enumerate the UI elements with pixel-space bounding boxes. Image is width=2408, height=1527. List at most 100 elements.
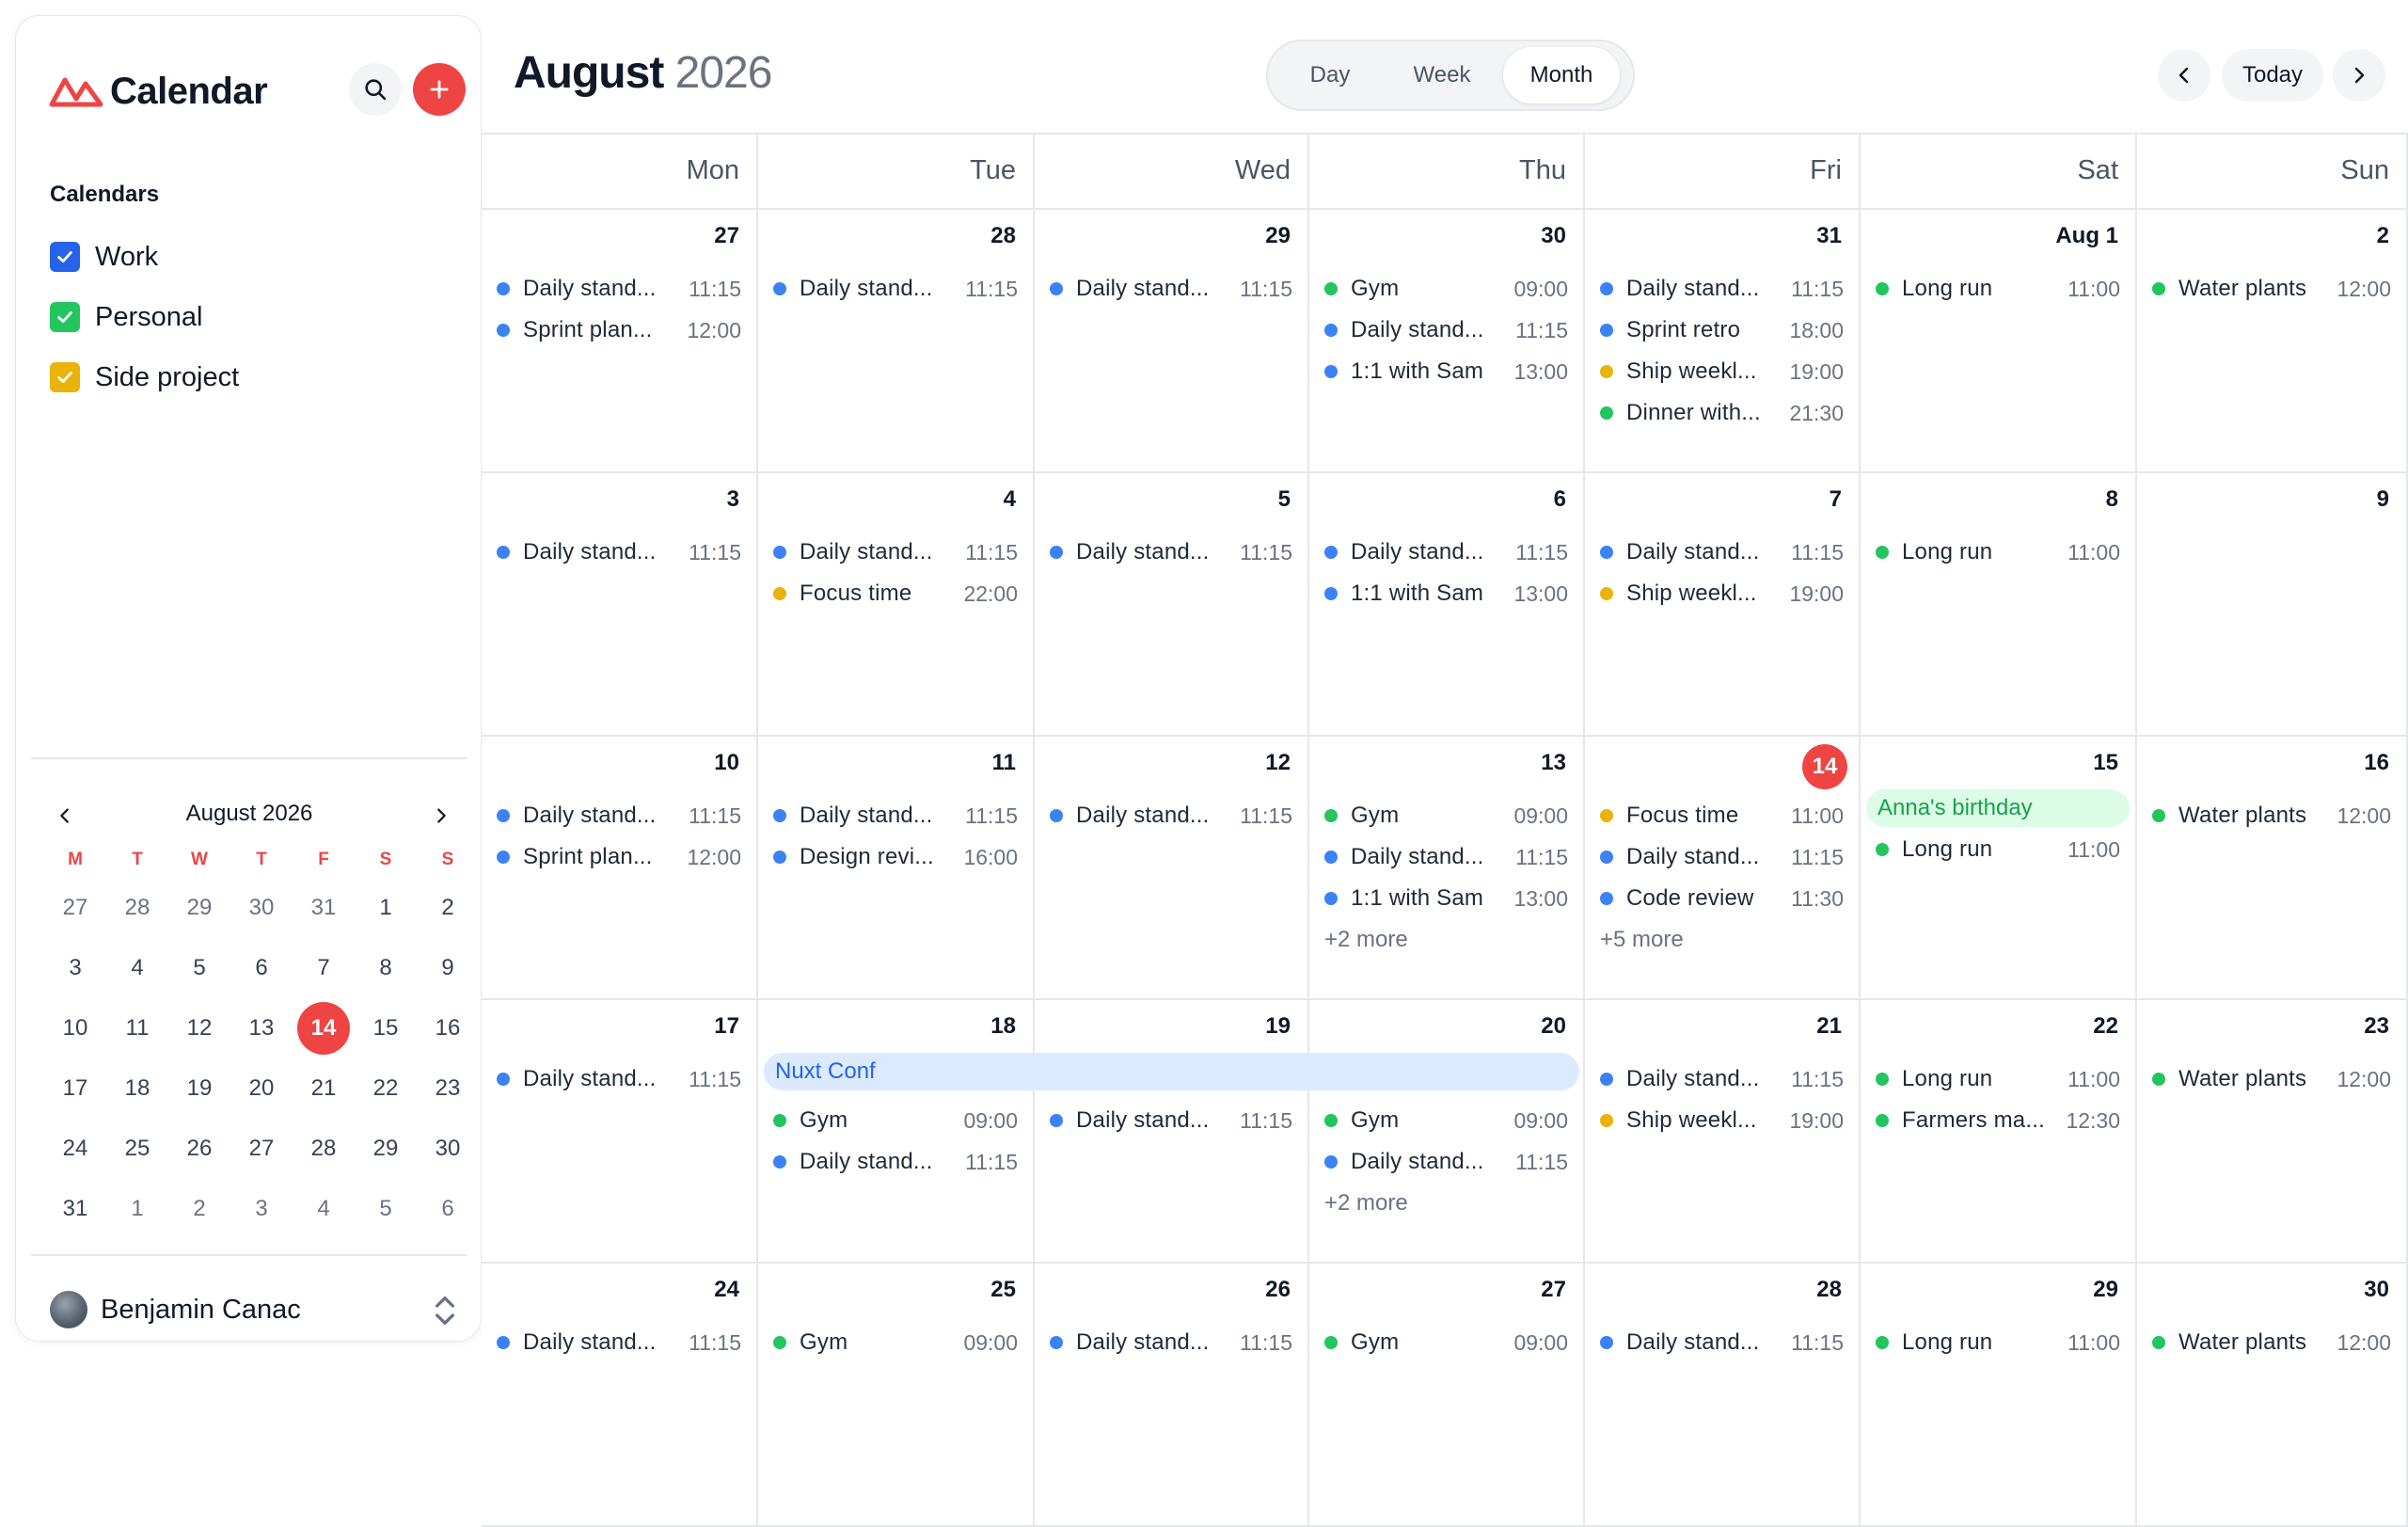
day-cell[interactable]: 23 Water plants 12:00 (2137, 1000, 2408, 1264)
event-item[interactable]: Sprint plan... 12:00 (497, 311, 741, 349)
mini-day[interactable]: 27 (44, 882, 106, 934)
day-cell[interactable]: 16 Water plants 12:00 (2137, 737, 2408, 1000)
mini-day[interactable]: 24 (44, 1122, 106, 1175)
mini-day[interactable]: 14 (293, 1002, 355, 1055)
event-item[interactable]: Daily stand... 11:15 (773, 797, 1018, 835)
event-item[interactable]: Daily stand... 11:15 (1324, 1143, 1568, 1181)
event-item[interactable]: 1:1 with Sam 13:00 (1324, 353, 1568, 390)
day-cell[interactable]: 29 Daily stand... 11:15 (1035, 210, 1309, 473)
mini-day[interactable]: 18 (106, 1062, 168, 1115)
user-menu[interactable]: Benjamin Canac (50, 1288, 464, 1331)
event-item[interactable]: Daily stand... 11:15 (773, 1143, 1018, 1181)
next-month-button[interactable] (2333, 49, 2385, 102)
day-cell[interactable]: 17 Daily stand... 11:15 (482, 1000, 758, 1264)
mini-day[interactable]: 6 (417, 1183, 479, 1235)
checkbox[interactable] (50, 362, 80, 392)
mini-day[interactable]: 12 (168, 1002, 230, 1055)
event-item[interactable]: Daily stand... 11:15 (1324, 533, 1568, 571)
mini-day[interactable]: 1 (106, 1183, 168, 1235)
mini-day[interactable]: 29 (168, 882, 230, 934)
mini-day[interactable]: 5 (355, 1183, 417, 1235)
mini-day[interactable]: 4 (106, 942, 168, 994)
mini-day[interactable]: 20 (230, 1062, 293, 1115)
mini-day[interactable]: 11 (106, 1002, 168, 1055)
mini-day[interactable]: 30 (230, 882, 293, 934)
mini-day[interactable]: 21 (293, 1062, 355, 1115)
event-item[interactable]: Long run 11:00 (1876, 1060, 2120, 1098)
event-item[interactable]: Long run 11:00 (1876, 831, 2120, 868)
event-item[interactable]: Daily stand... 11:15 (497, 1060, 741, 1098)
event-item[interactable]: Daily stand... 11:15 (1324, 311, 1568, 349)
mini-day[interactable]: 28 (106, 882, 168, 934)
event-item[interactable]: Daily stand... 11:15 (1050, 533, 1292, 571)
day-cell[interactable]: 24 Daily stand... 11:15 (482, 1264, 758, 1527)
event-item[interactable]: Daily stand... 11:15 (1050, 270, 1292, 308)
day-cell[interactable]: 28 Daily stand... 11:15 (758, 210, 1035, 473)
mini-day[interactable]: 9 (417, 942, 479, 994)
calendar-toggle-work[interactable]: Work (50, 238, 158, 276)
day-cell[interactable]: 2 Water plants 12:00 (2137, 210, 2408, 473)
prev-month-button[interactable] (2158, 49, 2210, 102)
mini-day[interactable]: 10 (44, 1002, 106, 1055)
mini-day[interactable]: 6 (230, 942, 293, 994)
event-item[interactable]: Daily stand... 11:15 (497, 533, 741, 571)
view-day-button[interactable]: Day (1281, 47, 1379, 103)
day-cell[interactable]: 7 Daily stand... 11:15 Ship weekl... 19:00 (1585, 473, 1861, 737)
event-item[interactable]: Gym 09:00 (1324, 270, 1568, 308)
day-cell[interactable]: Aug 1 Long run 11:00 (1861, 210, 2137, 473)
event-item[interactable]: Water plants 12:00 (2152, 270, 2391, 308)
event-item[interactable]: Water plants 12:00 (2152, 1060, 2391, 1098)
checkbox[interactable] (50, 302, 80, 332)
day-cell[interactable]: 30 Water plants 12:00 (2137, 1264, 2408, 1527)
mini-day[interactable]: 13 (230, 1002, 293, 1055)
mini-day[interactable]: 30 (417, 1122, 479, 1175)
mini-day[interactable]: 22 (355, 1062, 417, 1115)
more-events-link[interactable]: +2 more (1324, 1185, 1408, 1222)
event-item[interactable]: Ship weekl... 19:00 (1600, 353, 1844, 390)
day-cell[interactable]: 4 Daily stand... 11:15 Focus time 22:00 (758, 473, 1035, 737)
event-item[interactable]: Daily stand... 11:15 (1600, 270, 1844, 308)
day-cell[interactable]: 31 Daily stand... 11:15 Sprint retro 18:00 Sh… (1585, 210, 1861, 473)
event-item[interactable]: Daily stand... 11:15 (497, 270, 741, 308)
day-cell[interactable]: 13 Gym 09:00 Daily stand... 11:15 1:1 with Sa… (1309, 737, 1585, 1000)
day-cell[interactable]: 19 Daily stand... 11:15 (1035, 1000, 1309, 1264)
mini-day[interactable]: 5 (168, 942, 230, 994)
event-item[interactable]: Gym 09:00 (773, 1324, 1018, 1361)
mini-day[interactable]: 17 (44, 1062, 106, 1115)
mini-day[interactable]: 26 (168, 1122, 230, 1175)
calendar-toggle-personal[interactable]: Personal (50, 298, 202, 336)
day-cell[interactable]: 14 Focus time 11:00 Daily stand... 11:15 Code… (1585, 737, 1861, 1000)
day-cell[interactable]: 26 Daily stand... 11:15 (1035, 1264, 1309, 1527)
day-cell[interactable]: 30 Gym 09:00 Daily stand... 11:15 1:1 with Sa… (1309, 210, 1585, 473)
day-cell[interactable]: 5 Daily stand... 11:15 (1035, 473, 1309, 737)
mini-day[interactable]: 15 (355, 1002, 417, 1055)
brand[interactable]: Calendar (48, 54, 268, 129)
day-cell[interactable]: 21 Daily stand... 11:15 Ship weekl... 19:00 (1585, 1000, 1861, 1264)
event-item[interactable]: Daily stand... 11:15 (1600, 838, 1844, 876)
day-cell[interactable]: 22 Long run 11:00 Farmers ma... 12:30 (1861, 1000, 2137, 1264)
mini-day[interactable]: 23 (417, 1062, 479, 1115)
view-month-button[interactable]: Month (1503, 47, 1620, 103)
event-item[interactable]: 1:1 with Sam 13:00 (1324, 575, 1568, 612)
event-item[interactable]: Focus time 22:00 (773, 575, 1018, 612)
mini-day[interactable]: 2 (417, 882, 479, 934)
today-button[interactable]: Today (2222, 49, 2323, 102)
event-item[interactable]: Daily stand... 11:15 (1600, 533, 1844, 571)
mini-day[interactable]: 31 (44, 1183, 106, 1235)
day-cell[interactable]: 15 Anna's birthday Long run 11:00 (1861, 737, 2137, 1000)
day-cell[interactable]: 12 Daily stand... 11:15 (1035, 737, 1309, 1000)
mini-day[interactable]: 31 (293, 882, 355, 934)
event-item[interactable]: Daily stand... 11:15 (1050, 1324, 1292, 1361)
all-day-event[interactable]: Anna's birthday (1866, 789, 2130, 827)
mini-day[interactable]: 7 (293, 942, 355, 994)
event-item[interactable]: Farmers ma... 12:30 (1876, 1102, 2120, 1139)
day-cell[interactable]: 9 (2137, 473, 2408, 737)
event-item[interactable]: Daily stand... 11:15 (497, 797, 741, 835)
event-item[interactable]: Long run 11:00 (1876, 1324, 2120, 1361)
day-cell[interactable]: 29 Long run 11:00 (1861, 1264, 2137, 1527)
event-item[interactable]: 1:1 with Sam 13:00 (1324, 880, 1568, 917)
day-cell[interactable]: 8 Long run 11:00 (1861, 473, 2137, 737)
event-item[interactable]: Sprint plan... 12:00 (497, 838, 741, 876)
day-cell[interactable]: 28 Daily stand... 11:15 (1585, 1264, 1861, 1527)
event-item[interactable]: Daily stand... 11:15 (497, 1324, 741, 1361)
